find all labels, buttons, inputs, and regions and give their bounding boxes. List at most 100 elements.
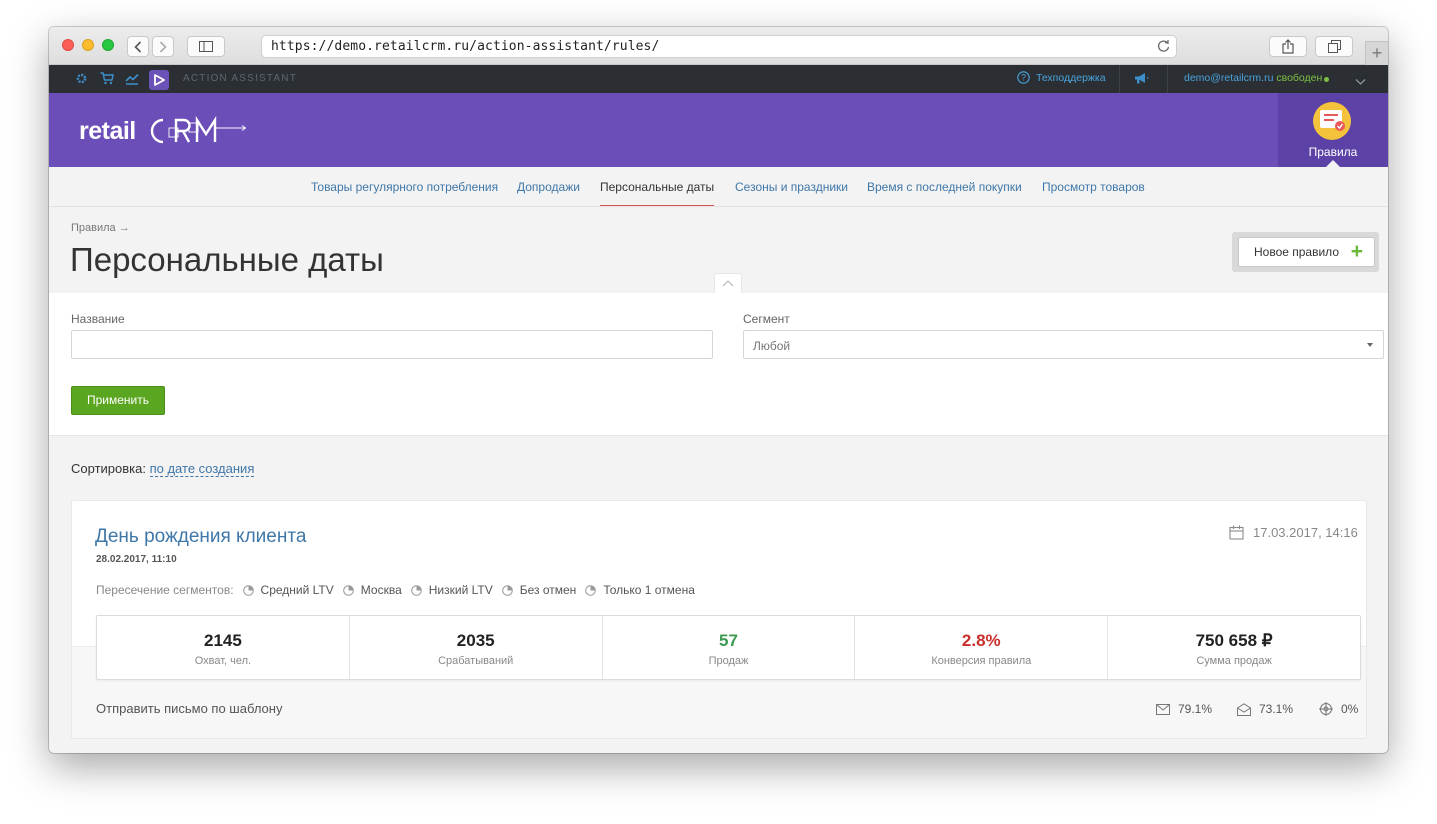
metric-opened: 73.1% [1237, 702, 1293, 716]
segment-tag[interactable]: Только 1 отмена [585, 583, 695, 597]
rule-updated: 17.03.2017, 14:16 [1229, 525, 1358, 540]
segment-pie-icon [410, 584, 422, 596]
segment-tag[interactable]: Без отмен [501, 583, 577, 597]
metric-clicked: 0% [1319, 702, 1358, 716]
new-rule-button[interactable]: Новое правило + [1238, 237, 1375, 267]
share-button[interactable] [1269, 36, 1307, 57]
play-icon [154, 74, 165, 86]
metric-delivered-value: 79.1% [1178, 702, 1213, 716]
svg-text:retail: retail [79, 117, 136, 145]
stat-label: Конверсия правила [931, 655, 1032, 667]
segment-pie-icon [342, 584, 354, 596]
target-icon [1319, 702, 1333, 716]
sort-control: Сортировка: по дате создания [71, 461, 255, 477]
sidebar-icon [199, 41, 213, 52]
segment-name: Низкий LTV [428, 583, 493, 597]
reload-icon[interactable] [1157, 39, 1170, 58]
segment-tag[interactable]: Низкий LTV [410, 583, 493, 597]
close-window-button[interactable] [62, 39, 74, 51]
new-rule-label: Новое правило [1254, 245, 1339, 259]
segment-filter-value: Любой [753, 339, 791, 353]
rule-title-link[interactable]: День рождения клиента [95, 526, 306, 548]
rule-action: Отправить письмо по шаблону [96, 701, 283, 716]
stat-label: Продаж [708, 655, 749, 667]
megaphone-icon[interactable] [1134, 72, 1149, 90]
rule-created-date: 28.02.2017, 11:10 [96, 554, 177, 565]
active-tab-indicator [600, 205, 714, 206]
forward-button[interactable] [152, 36, 174, 57]
retailcrm-logo[interactable]: retail [79, 115, 251, 152]
stat-value: 2145 [203, 631, 242, 650]
address-bar[interactable]: https://demo.retailcrm.ru/action-assista… [261, 35, 1177, 58]
segment-pie-icon [242, 584, 254, 596]
tab-regular-goods[interactable]: Товары регулярного потребления [311, 180, 498, 194]
chevron-up-icon [722, 280, 734, 287]
zoom-window-button[interactable] [102, 39, 114, 51]
support-label: Техподдержка [1036, 71, 1106, 84]
metric-clicked-value: 0% [1341, 702, 1359, 716]
back-button[interactable] [127, 36, 149, 57]
browser-window: https://demo.retailcrm.ru/action-assista… [49, 27, 1388, 753]
status-dot [1324, 77, 1329, 82]
address-text: https://demo.retailcrm.ru/action-assista… [271, 39, 660, 54]
action-assistant-tab[interactable] [149, 70, 169, 90]
segment-tag[interactable]: Средний LTV [242, 583, 334, 597]
sidebar-button[interactable] [187, 36, 225, 57]
segment-tag[interactable]: Москва [342, 583, 402, 597]
name-filter-label: Название [71, 312, 125, 326]
apply-button[interactable]: Применить [71, 386, 165, 415]
segment-filter-label: Сегмент [743, 312, 790, 326]
new-tab-button[interactable]: + [1365, 41, 1388, 65]
stat-sales: 57 Продаж [603, 616, 856, 679]
tabs-icon [1327, 40, 1341, 53]
sort-option-link[interactable]: по дате создания [149, 461, 255, 477]
stat-revenue: 750 658 ₽ Сумма продаж [1108, 616, 1360, 679]
stat-value: 2.8% [961, 631, 1001, 650]
segment-intersection: Пересечение сегментов: Средний LTV Москв… [96, 583, 695, 597]
metric-opened-value: 73.1% [1259, 702, 1294, 716]
tab-time-since-purchase[interactable]: Время с последней покупки [867, 180, 1022, 194]
name-filter-input[interactable] [71, 330, 713, 359]
minimize-window-button[interactable] [82, 39, 94, 51]
user-menu[interactable]: demo@retailcrm.ru свободен [1184, 72, 1322, 84]
support-link[interactable]: ? Техподдержка [1017, 71, 1106, 84]
svg-text:?: ? [1021, 73, 1026, 83]
segments-label: Пересечение сегментов: [96, 583, 234, 597]
sort-label: Сортировка: [71, 461, 146, 476]
rules-tile[interactable]: Правила [1278, 93, 1388, 167]
dropdown-arrow-icon [1367, 343, 1373, 347]
segment-pie-icon [585, 584, 597, 596]
stat-value: 750 658 ₽ [1195, 631, 1273, 650]
segment-name: Без отмен [519, 583, 577, 597]
envelope-icon [1156, 703, 1170, 715]
rule-card: День рождения клиента 28.02.2017, 11:10 … [71, 500, 1367, 739]
filter-panel [49, 293, 1388, 436]
collapse-filters-button[interactable] [714, 273, 742, 293]
rules-icon [1312, 101, 1352, 146]
divider [1119, 65, 1120, 93]
tile-pointer [1326, 160, 1340, 167]
browser-toolbar: https://demo.retailcrm.ru/action-assista… [49, 27, 1388, 65]
tab-personal-dates[interactable]: Персональные даты [600, 180, 714, 194]
tab-product-views[interactable]: Просмотр товаров [1042, 180, 1145, 194]
chevron-right-icon [159, 40, 167, 53]
stat-conversion: 2.8% Конверсия правила [855, 616, 1109, 679]
chevron-down-icon[interactable] [1355, 73, 1366, 91]
subnav-tabs: Товары регулярного потребления Допродажи… [49, 167, 1388, 207]
tabs-overview-button[interactable] [1315, 36, 1353, 57]
cart-icon[interactable] [100, 72, 114, 90]
stat-value: 2035 [456, 631, 495, 650]
segment-name: Только 1 отмена [603, 583, 695, 597]
stat-reach: 2145 Охват, чел. [97, 616, 350, 679]
tab-upsells[interactable]: Допродажи [517, 180, 580, 194]
segment-pie-icon [501, 584, 513, 596]
gear-icon[interactable] [75, 72, 88, 90]
segment-filter-select[interactable]: Любой [743, 330, 1384, 359]
user-email: demo@retailcrm.ru [1184, 72, 1274, 84]
metric-delivered: 79.1% [1156, 702, 1212, 716]
analytics-icon[interactable] [125, 72, 139, 90]
share-icon [1282, 39, 1294, 54]
breadcrumb[interactable]: Правила → [71, 222, 130, 234]
tab-seasons[interactable]: Сезоны и праздники [735, 180, 848, 194]
user-status: свободен [1276, 72, 1323, 84]
